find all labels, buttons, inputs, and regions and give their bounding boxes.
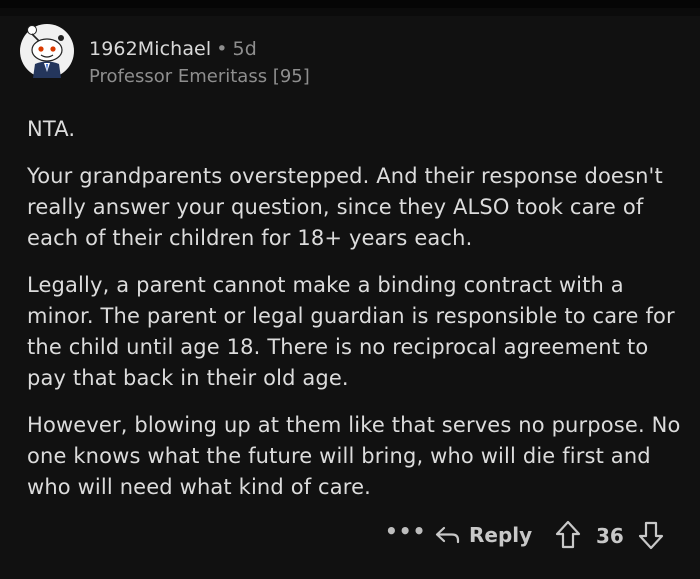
- user-flair: Professor Emeritass [95]: [89, 66, 310, 87]
- user-avatar[interactable]: [20, 24, 74, 78]
- author-name[interactable]: 1962Michael: [89, 38, 211, 60]
- reply-button[interactable]: Reply: [435, 521, 532, 549]
- meta-separator: •: [216, 38, 228, 60]
- comment-paragraph: Your grandparents overstepped. And their…: [27, 164, 663, 250]
- downvote-icon[interactable]: [638, 520, 664, 550]
- comment-body: NTA. Your grandparents overstepped. And …: [27, 114, 687, 519]
- comment-paragraph: NTA.: [27, 117, 76, 141]
- snoo-avatar-icon: [20, 24, 74, 78]
- reply-label: Reply: [469, 523, 533, 547]
- comment-header: 1962Michael • 5d: [89, 38, 257, 60]
- comment-paragraph: However, blowing up at them like that se…: [27, 413, 681, 499]
- more-icon[interactable]: •••: [385, 519, 426, 543]
- vote-score: 36: [596, 524, 624, 548]
- comment-paragraph: Legally, a parent cannot make a binding …: [27, 273, 675, 390]
- comment-actions: ••• Reply 36: [380, 518, 680, 552]
- upvote-icon[interactable]: [555, 520, 581, 550]
- comment-age: 5d: [232, 38, 257, 60]
- reply-arrow-icon: [435, 526, 460, 544]
- top-divider: [0, 0, 700, 8]
